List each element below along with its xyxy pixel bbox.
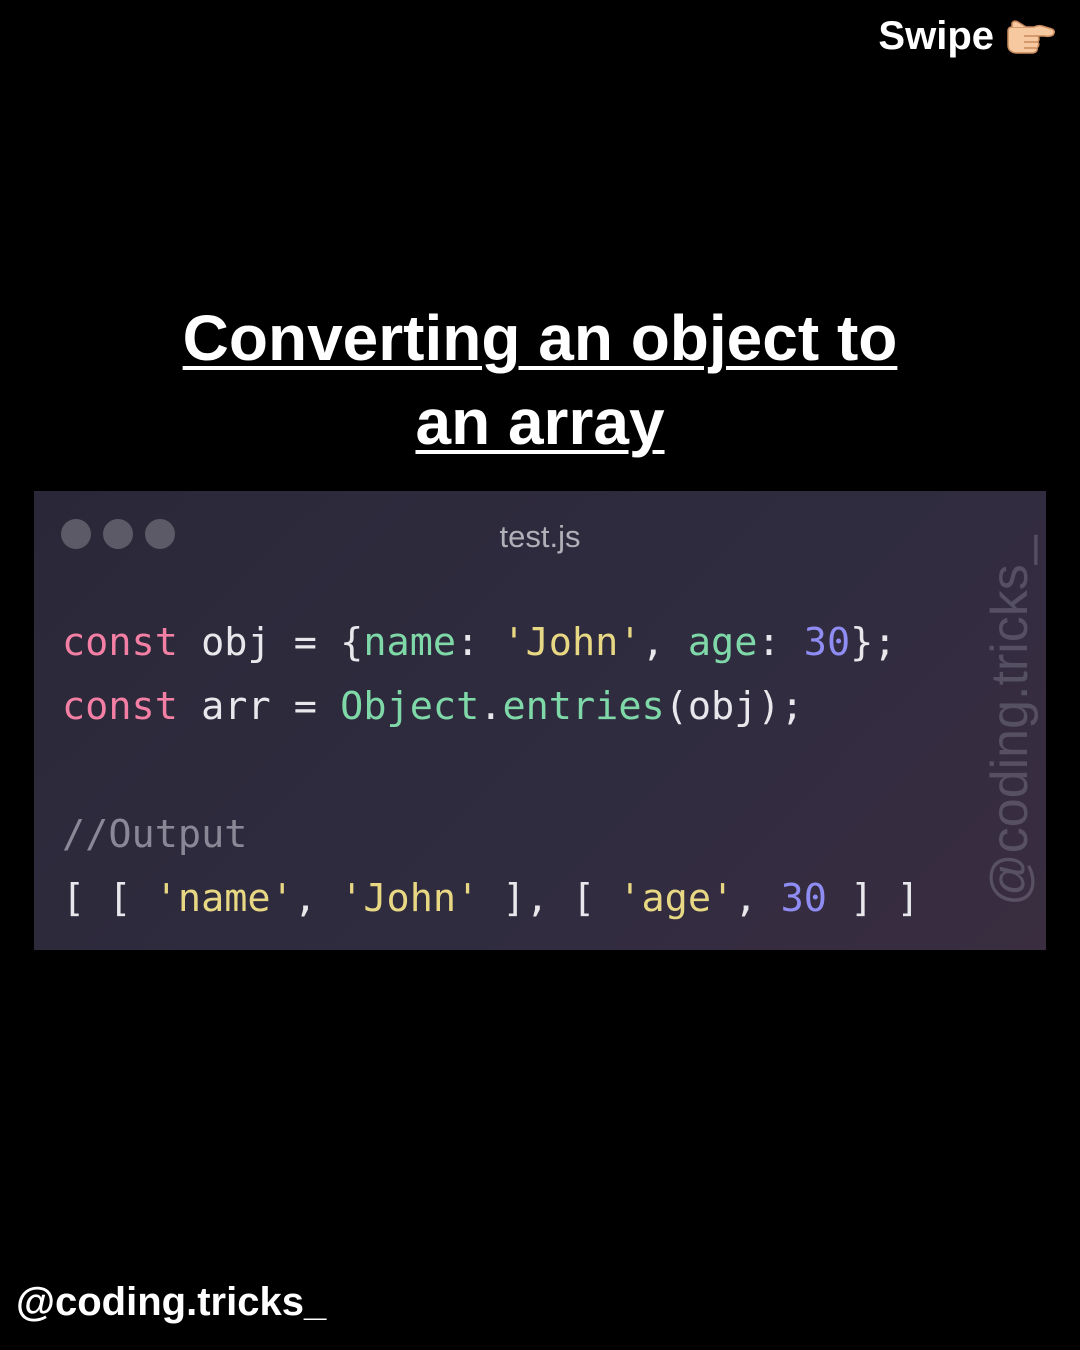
code-token-fn: Object bbox=[340, 684, 480, 729]
code-token-plain: arr = bbox=[177, 684, 341, 729]
code-token-prop: name bbox=[363, 620, 457, 665]
code-token-str: 'John' bbox=[502, 620, 642, 665]
code-line: [ [ 'name', 'John' ], [ 'age', 30 ] ] bbox=[62, 867, 920, 931]
code-block: const obj = {name: 'John', age: 30}; cons… bbox=[62, 611, 920, 931]
swipe-hint: Swipe bbox=[878, 14, 1056, 59]
code-token-num: 30 bbox=[780, 876, 827, 921]
code-token-prop: age bbox=[687, 620, 758, 665]
code-token-plain: : bbox=[757, 620, 804, 665]
code-token-plain: . bbox=[479, 684, 503, 729]
file-name: test.js bbox=[499, 519, 581, 554]
code-token-str: 'name' bbox=[154, 876, 294, 921]
code-window: test.js const obj = {name: 'John', age: … bbox=[34, 491, 1046, 950]
code-token-num: 30 bbox=[803, 620, 851, 665]
code-token-plain: }; bbox=[850, 620, 897, 665]
code-line: const obj = {name: 'John', age: 30}; bbox=[62, 611, 920, 675]
code-token-plain: obj = { bbox=[177, 620, 364, 665]
code-token-kw: const bbox=[62, 620, 178, 665]
code-token-plain: (obj); bbox=[664, 684, 804, 729]
pointing-right-hand-icon bbox=[1004, 17, 1056, 57]
code-token-plain: , bbox=[293, 876, 341, 921]
code-token-comment: //Output bbox=[62, 812, 248, 857]
code-token-plain: [ [ bbox=[62, 876, 155, 921]
code-token-kw: const bbox=[62, 684, 178, 729]
code-token-plain: ] ] bbox=[826, 876, 920, 921]
code-token-plain: , bbox=[641, 620, 688, 665]
code-token-plain: , bbox=[734, 876, 781, 921]
code-token-plain: : bbox=[456, 620, 503, 665]
code-token-str: 'John' bbox=[340, 876, 480, 921]
code-token-str: 'age' bbox=[618, 876, 735, 921]
title-line-2: an array bbox=[415, 386, 665, 458]
swipe-label: Swipe bbox=[878, 14, 994, 58]
watermark-text: @coding.tricks_ bbox=[981, 535, 1039, 907]
author-handle: @coding.tricks_ bbox=[16, 1280, 327, 1324]
code-token-plain: ], [ bbox=[479, 876, 619, 921]
page-title: Converting an object to an array bbox=[0, 296, 1080, 464]
code-line: const arr = Object.entries(obj); bbox=[62, 675, 920, 739]
title-line-1: Converting an object to bbox=[182, 302, 898, 374]
code-token-fn: entries bbox=[502, 684, 665, 729]
code-line: //Output bbox=[62, 803, 920, 867]
